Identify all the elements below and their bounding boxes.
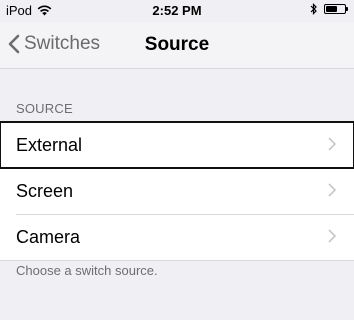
source-list: External Screen Camera bbox=[0, 121, 354, 261]
page-title: Source bbox=[144, 34, 210, 55]
disclosure-chevron-icon bbox=[328, 137, 336, 151]
status-right-group bbox=[310, 3, 348, 15]
list-item-screen[interactable]: Screen bbox=[0, 168, 354, 214]
list-item-label: Screen bbox=[16, 180, 74, 201]
list-item-label: External bbox=[16, 134, 83, 155]
section-footer-note: Choose a switch source. bbox=[16, 263, 158, 278]
disclosure-chevron-icon bbox=[328, 183, 336, 197]
status-time: 2:52 PM bbox=[152, 3, 202, 18]
section-header: SOURCE bbox=[16, 101, 73, 116]
bluetooth-icon bbox=[310, 3, 317, 15]
list-item-camera[interactable]: Camera bbox=[0, 214, 354, 260]
battery-icon bbox=[324, 4, 348, 14]
disclosure-chevron-icon bbox=[328, 229, 336, 243]
status-bar: iPod 2:52 PM bbox=[0, 0, 354, 22]
navigation-bar: Switches Source bbox=[0, 22, 354, 69]
list-item-external[interactable]: External bbox=[0, 121, 354, 169]
list-item-label: Camera bbox=[16, 226, 81, 247]
